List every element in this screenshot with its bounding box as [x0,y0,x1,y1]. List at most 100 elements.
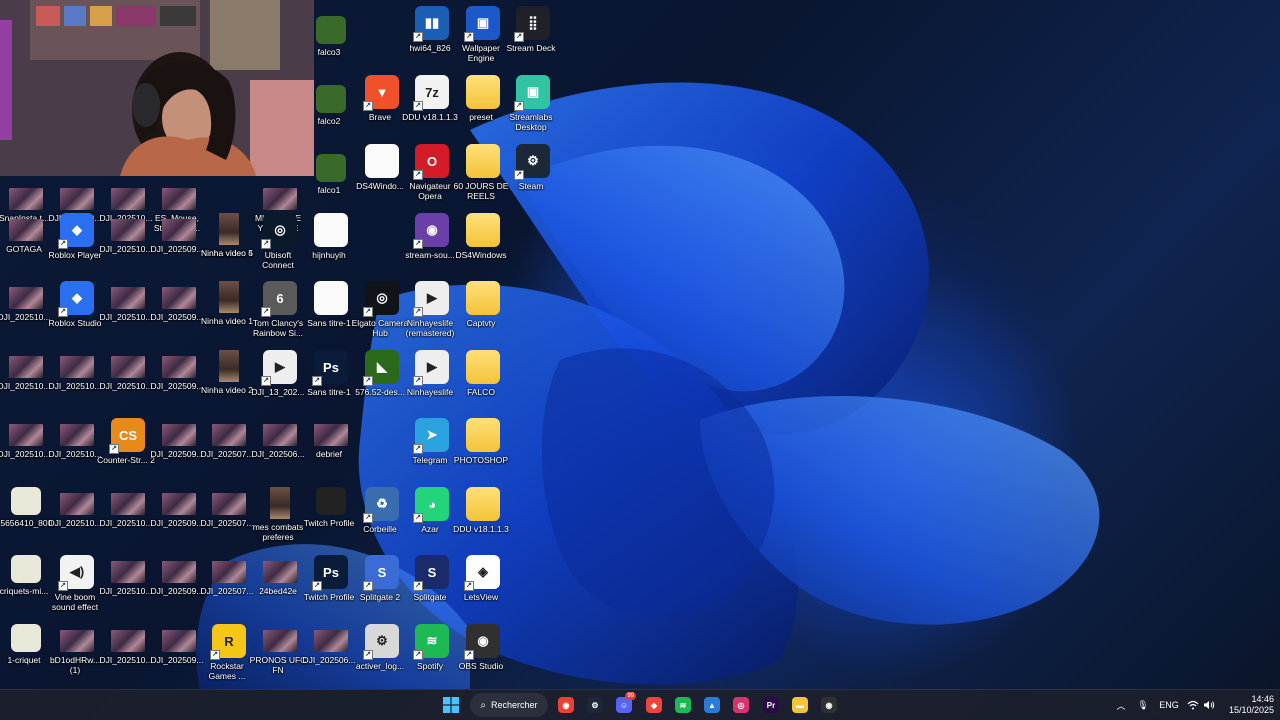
desktop-icon[interactable]: hijnhuyih [305,211,357,279]
video-thumbnail-icon [162,630,196,652]
notification-badge: 99 [625,692,636,700]
desktop-icon[interactable]: DJI_202509... [151,279,205,347]
app-icon: ▮▮ ↗ [413,6,449,42]
photos-taskbar-button[interactable]: ▲ [700,693,724,717]
volume-icon[interactable] [1202,690,1216,720]
video-thumbnail-icon [314,630,348,652]
desktop-icon-label: PHOTOSHOP [453,455,509,465]
shortcut-arrow-icon: ↗ [464,32,474,42]
desktop-icon[interactable]: ⚙ ↗ Steam [507,142,559,210]
image-thumbnail-icon [316,16,346,44]
desktop-icon[interactable]: falco3 [305,14,357,82]
desktop-icon[interactable]: ◣ ↗ 576.52-des... [355,348,408,416]
obs-taskbar-button[interactable]: ◉ [817,693,841,717]
desktop-icon[interactable]: Captvty [457,279,509,347]
shortcut-arrow-icon: ↗ [514,170,524,180]
desktop-icon[interactable]: FALCO [457,348,509,416]
desktop-icon[interactable]: ▶ ↗ DJI_13_202... [252,348,306,416]
desktop-icon[interactable]: ◉ ↗ OBS Studio [457,622,509,690]
desktop-icon[interactable]: ≋ ↗ Spotify [406,622,458,690]
desktop-icon[interactable]: Ninha video 2 [201,348,255,416]
desktop-icon[interactable]: DJI_202510... [0,279,52,347]
desktop-icon[interactable]: ♻ ↗ Corbeille [356,485,408,553]
desktop-icon[interactable]: ▶ ↗ Ninhayeslife [406,348,458,416]
app-icon: Ps ↗ [312,555,348,591]
spotify-taskbar-button[interactable]: ≋ [671,693,695,717]
desktop-icon-label: LetsView [463,592,499,602]
app-icon: ▶ ↗ [413,281,449,317]
premiere-taskbar-button[interactable]: Pr [759,693,783,717]
anydesk-taskbar-button[interactable]: ◆ [642,693,666,717]
shortcut-arrow-icon: ↗ [413,513,423,523]
desktop-icon[interactable]: DDU v18.1.1.3 [453,485,509,553]
video-thumbnail-icon [219,213,239,245]
wifi-icon[interactable] [1186,690,1200,720]
steam-icon: ⚙ [587,697,603,713]
desktop-icon[interactable]: 7z ↗ DDU v18.1.1.3 [402,73,458,141]
chrome-taskbar-button[interactable]: ◉ [554,693,578,717]
discord-taskbar-button[interactable]: ☺ 99 [612,692,636,717]
desktop-icon[interactable]: DJI_202507... [201,485,255,553]
shortcut-arrow-icon: ↗ [413,32,423,42]
spotify-icon: ≋ [675,697,691,713]
desktop-icon[interactable]: 60 JOURS DE REELS [454,142,509,210]
steam-taskbar-button[interactable]: ⚙ [583,693,607,717]
microphone-icon[interactable]: 🎙 [1136,690,1150,720]
desktop-icon[interactable]: ◕ ↗ Azar [406,485,458,553]
video-thumbnail-icon [111,561,145,583]
desktop-icon[interactable]: Twitch Profile [304,485,357,553]
shortcut-arrow-icon: ↗ [58,307,68,317]
desktop-icon[interactable]: ◈ ↗ LetsView [457,553,509,621]
shortcut-arrow-icon: ↗ [109,444,119,454]
video-thumbnail-icon [263,630,297,652]
desktop-icon[interactable]: ▶ ↗ Ninhayeslife (remastered) [406,279,458,347]
desktop-icon[interactable]: S ↗ Splitgate [406,553,458,621]
video-thumbnail-icon [162,493,196,515]
video-thumbnail-icon [60,356,94,378]
instagram-taskbar-button[interactable]: ◎ [729,693,753,717]
desktop-icon[interactable]: DJI_202509... [151,348,205,416]
desktop-icon[interactable]: ➤ ↗ Telegram [406,416,458,484]
desktop-icon[interactable]: GOTAGA [0,211,52,279]
desktop-icon[interactable]: S ↗ Splitgate 2 [356,553,408,621]
app-icon: S ↗ [413,555,449,591]
desktop-icon[interactable]: ◎ ↗ Ubisoft Connect [254,211,306,279]
desktop-icon[interactable]: Ps ↗ Sans titre-1 [305,348,357,416]
desktop-icon[interactable]: PHOTOSHOP [454,416,509,484]
desktop-icon[interactable]: DJI_202510... [49,416,103,484]
language-indicator[interactable]: ENG [1158,690,1180,720]
video-thumbnail-icon [111,287,145,309]
desktop-icon[interactable]: ◉ ↗ stream-sou... [405,211,458,279]
desktop-icon-label: Streamlabs Desktop [509,112,553,132]
video-thumbnail-icon [162,188,196,210]
desktop-icon[interactable]: Ps ↗ Twitch Profile [304,553,357,621]
desktop-icon[interactable]: DJI_202506... [303,622,357,690]
image-thumbnail-icon [11,624,41,652]
desktop-icon[interactable]: debrief [305,416,357,484]
video-thumbnail-icon [162,561,196,583]
app-icon: Ps ↗ [312,350,348,386]
taskbar-search[interactable]: ⌕ Rechercher [470,693,548,717]
video-thumbnail-icon [270,487,290,519]
desktop-icon[interactable]: ▣ ↗ Wallpaper Engine [457,4,509,72]
desktop-icon[interactable]: DJI_202509... [151,211,205,279]
chrome-icon: ◉ [558,697,574,713]
shortcut-arrow-icon: ↗ [464,581,474,591]
desktop-icon[interactable]: 6 ↗ Tom Clancy's Rainbow Si... [253,279,306,347]
start-button[interactable] [439,693,463,717]
app-icon: ◎ ↗ [261,213,297,249]
file-explorer-taskbar-button[interactable]: ▬ [788,693,812,717]
desktop-icon[interactable]: ▣ ↗ Streamlabs Desktop [507,73,559,141]
shortcut-arrow-icon: ↗ [261,376,271,386]
desktop-icon-label: DDU v18.1.1.3 [453,524,509,534]
desktop-icon[interactable]: 24bed42e [254,553,306,621]
desktop-icon[interactable]: ▼ ↗ Brave [356,73,408,141]
desktop-icon[interactable]: ⚙ ↗ activer_log... [356,622,408,690]
show-hidden-icons-button[interactable]: ︿ [1114,690,1128,720]
desktop-icon[interactable]: ⣿ ↗ Stream Deck [506,4,559,72]
desktop-icon[interactable]: DS4Windows [455,211,509,279]
app-icon: ≋ ↗ [413,624,449,660]
clock[interactable]: 14:46 15/10/2025 [1222,690,1274,720]
video-thumbnail-icon [314,424,348,446]
app-icon: ◆ ↗ [58,281,94,317]
